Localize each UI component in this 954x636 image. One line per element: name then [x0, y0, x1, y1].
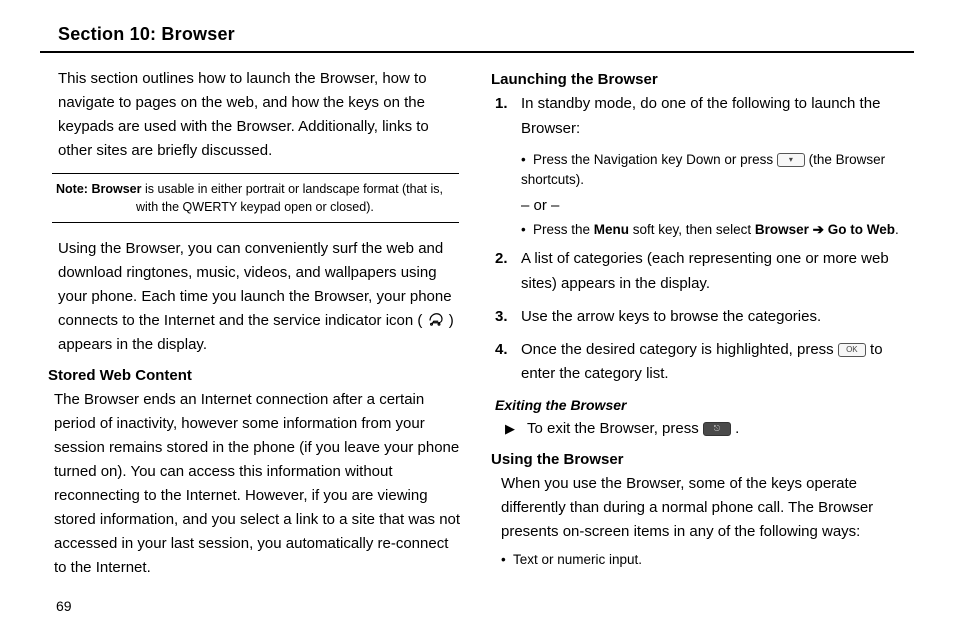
- usage-paragraph: Using the Browser, you can conveniently …: [58, 237, 463, 357]
- launch-bullet-2: •Press the Menu soft key, then select Br…: [521, 220, 914, 241]
- nav-down-key-icon: ▾: [777, 153, 805, 167]
- end-key-icon: ⎋: [703, 422, 731, 436]
- usage-pre: Using the Browser, you can conveniently …: [58, 240, 452, 329]
- page-number: 69: [56, 598, 72, 614]
- launching-heading: Launching the Browser: [491, 71, 914, 88]
- exit-step: ▶ To exit the Browser, press ⎋ .: [505, 417, 914, 441]
- step-1: 1. In standby mode, do one of the follow…: [495, 92, 914, 142]
- triangle-bullet-icon: ▶: [505, 417, 527, 440]
- step-2-text: A list of categories (each representing …: [521, 247, 914, 297]
- bullet2-gotoweb: Go to Web: [828, 222, 895, 237]
- step-3: 3. Use the arrow keys to browse the cate…: [495, 305, 914, 330]
- note-bold-word: Browser: [91, 182, 141, 196]
- stored-web-heading: Stored Web Content: [48, 367, 463, 384]
- note-box: Note: Browser is usable in either portra…: [52, 173, 459, 223]
- section-title: Section 10: Browser: [58, 24, 914, 45]
- exit-post: .: [735, 420, 739, 437]
- stored-web-text: The Browser ends an Internet connection …: [54, 388, 463, 580]
- note-text: is usable in either portrait or landscap…: [136, 182, 443, 214]
- note-label: Note:: [56, 182, 88, 196]
- bullet2-menu: Menu: [594, 222, 629, 237]
- manual-page: Section 10: Browser This section outline…: [0, 0, 954, 636]
- step4-pre: Once the desired category is highlighted…: [521, 341, 838, 358]
- bullet2-mid: soft key, then select: [629, 222, 755, 237]
- service-indicator-icon: [427, 310, 445, 328]
- using-heading: Using the Browser: [491, 451, 914, 468]
- bullet1-pre: Press the Navigation key Down or press: [533, 152, 777, 167]
- using-text: When you use the Browser, some of the ke…: [501, 472, 914, 544]
- launch-bullet-1: •Press the Navigation key Down or press …: [521, 150, 914, 192]
- intro-paragraph: This section outlines how to launch the …: [58, 67, 463, 163]
- exit-pre: To exit the Browser, press: [527, 420, 703, 437]
- or-separator: – or –: [521, 197, 914, 214]
- bullet2-browser: Browser: [755, 222, 809, 237]
- bullet2-pre: Press the: [533, 222, 594, 237]
- bullet2-end: .: [895, 222, 899, 237]
- step-1-text: In standby mode, do one of the following…: [521, 92, 914, 142]
- content-columns: This section outlines how to launch the …: [40, 67, 914, 580]
- step-4: 4. Once the desired category is highligh…: [495, 338, 914, 388]
- right-column: Launching the Browser 1. In standby mode…: [491, 67, 914, 580]
- using-bullet-1: •Text or numeric input.: [501, 550, 914, 571]
- arrow-icon: ➔: [813, 222, 824, 237]
- launch-steps-rest: 2. A list of categories (each representi…: [495, 247, 914, 387]
- step-3-text: Use the arrow keys to browse the categor…: [521, 305, 821, 330]
- launch-steps: 1. In standby mode, do one of the follow…: [495, 92, 914, 142]
- exiting-heading: Exiting the Browser: [495, 397, 914, 413]
- step-2: 2. A list of categories (each representi…: [495, 247, 914, 297]
- using-bullet-1-text: Text or numeric input.: [513, 552, 642, 567]
- section-rule: [40, 51, 914, 53]
- ok-key-icon: OK: [838, 343, 866, 357]
- left-column: This section outlines how to launch the …: [40, 67, 463, 580]
